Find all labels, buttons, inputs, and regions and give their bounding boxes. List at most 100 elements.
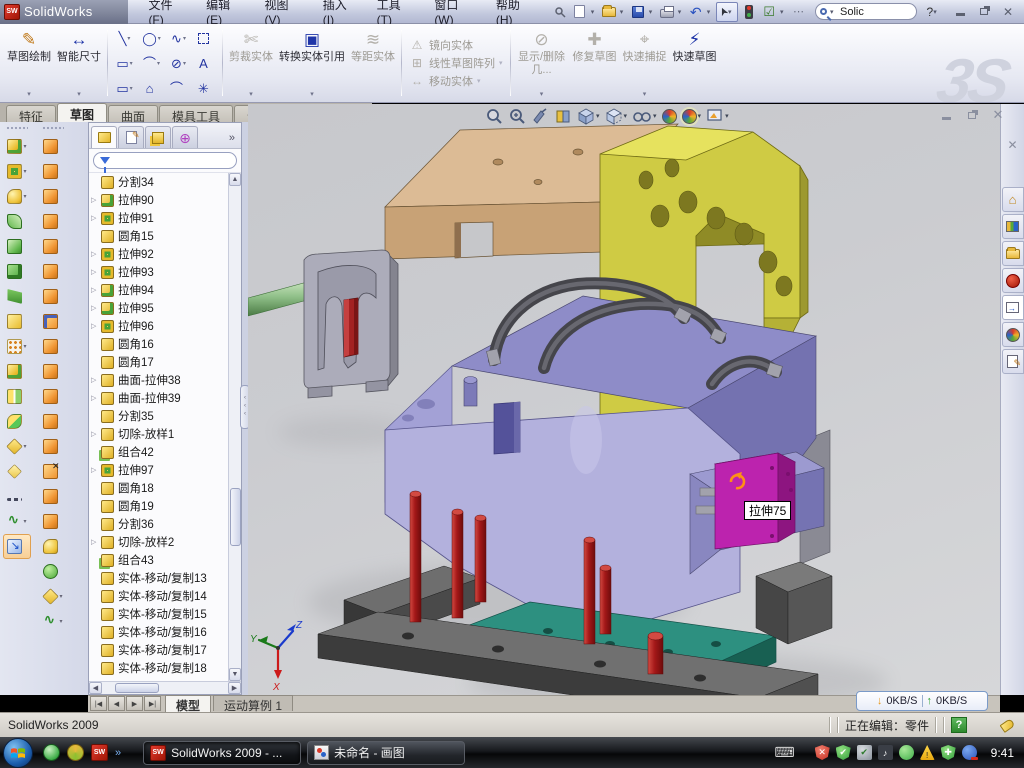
- antivirus-tray-icon[interactable]: ✕: [815, 745, 830, 760]
- display-delete-relations-icon[interactable]: ⊘ 显示/删除几... ▾: [514, 26, 570, 100]
- new-document-icon[interactable]: [571, 3, 589, 21]
- selection-box-icon[interactable]: ▾: [192, 26, 219, 51]
- circle-icon[interactable]: ◯ ▾: [138, 26, 165, 51]
- edit-appearance-icon[interactable]: [661, 108, 678, 125]
- overflow-icon[interactable]: ⋯: [789, 3, 807, 21]
- custom-properties-icon[interactable]: [1002, 349, 1024, 374]
- tab-nav-button[interactable]: ◀: [108, 696, 125, 711]
- curve-icon[interactable]: ▾: [3, 509, 31, 534]
- tag-icon[interactable]: [1000, 718, 1016, 733]
- display-style-icon[interactable]: ▾: [604, 106, 629, 126]
- quick-launch-overflow[interactable]: »: [115, 747, 121, 759]
- tree-item[interactable]: ▷ 拉伸93: [91, 263, 228, 281]
- zoom-area-icon[interactable]: [507, 106, 527, 126]
- tree-item[interactable]: ▷ 拉伸94: [91, 281, 228, 299]
- view-settings-icon[interactable]: ▾: [705, 106, 730, 126]
- expand-arrow-icon[interactable]: ▷: [91, 214, 101, 222]
- view-palette-icon[interactable]: [1002, 295, 1024, 320]
- rebuild-traffic-light-icon[interactable]: [740, 3, 758, 21]
- tree-item[interactable]: ▷ 分割34: [91, 173, 228, 191]
- featuremanager-tab-icon[interactable]: [91, 126, 117, 148]
- design-library-icon[interactable]: [1002, 214, 1024, 239]
- file-explorer-icon[interactable]: [1002, 241, 1024, 266]
- panel-tabs-overflow[interactable]: »: [229, 132, 239, 148]
- tree-item[interactable]: ▷ 组合43: [91, 551, 228, 569]
- search-value[interactable]: Solic: [840, 6, 864, 18]
- scrollbar-thumb[interactable]: [115, 683, 159, 693]
- messenger-icon[interactable]: [43, 744, 60, 761]
- revolved-surface-icon[interactable]: ▾: [39, 159, 67, 184]
- shell-icon[interactable]: ▾: [3, 259, 31, 284]
- tree-item[interactable]: ▷ 拉伸92: [91, 245, 228, 263]
- tab-nav-button[interactable]: ▶: [126, 696, 143, 711]
- tree-item[interactable]: ▷ 圆角18: [91, 479, 228, 497]
- offset-surface-icon[interactable]: ▾: [39, 309, 67, 334]
- command-tab[interactable]: 特征: [6, 105, 56, 122]
- tree-item[interactable]: ▷ 圆角19: [91, 497, 228, 515]
- linear-pattern-icon[interactable]: ▾: [3, 334, 31, 359]
- expand-arrow-icon[interactable]: ▷: [91, 250, 101, 258]
- tree-item[interactable]: ▷ 分割35: [91, 407, 228, 425]
- open-icon[interactable]: [600, 3, 618, 21]
- tree-item[interactable]: ▷ 切除-放样2: [91, 533, 228, 551]
- defender-tray-icon[interactable]: ✔: [836, 745, 851, 760]
- tree-item[interactable]: ▷ 拉伸91: [91, 209, 228, 227]
- save-dropdown[interactable]: ▾: [649, 8, 656, 16]
- task-button[interactable]: SW SolidWorks 2009 - ...: [143, 741, 301, 765]
- swept-surface-icon[interactable]: ▾: [39, 184, 67, 209]
- rapid-sketch-icon[interactable]: ⚡ 快速草图 ▾: [670, 26, 720, 100]
- update-tray-icon[interactable]: ✔: [857, 745, 872, 760]
- expand-arrow-icon[interactable]: ▷: [91, 394, 101, 402]
- task-pane-close-icon[interactable]: ✕: [1002, 132, 1024, 157]
- section-view-icon[interactable]: [553, 106, 573, 126]
- thicken-icon[interactable]: ▾: [39, 509, 67, 534]
- slot-icon[interactable]: ▭ ▾: [111, 76, 138, 101]
- radiate-surface-icon[interactable]: ▾: [39, 334, 67, 359]
- wrap-icon[interactable]: ▾: [3, 309, 31, 334]
- scroll-up-icon[interactable]: ▲: [229, 173, 241, 186]
- extruded-surface-icon[interactable]: ▾: [39, 134, 67, 159]
- knit-surface-icon[interactable]: ▾: [39, 359, 67, 384]
- extruded-cut-icon[interactable]: ▾: [3, 159, 31, 184]
- lofted-surface-icon[interactable]: ▾: [39, 209, 67, 234]
- tree-item[interactable]: ▷ 分割36: [91, 515, 228, 533]
- sketch-button[interactable]: ✎ 草图绘制 ▾: [4, 26, 54, 100]
- tree-item[interactable]: ▷ 拉伸95: [91, 299, 228, 317]
- command-tab[interactable]: 曲面: [108, 105, 158, 122]
- tab-nav-button[interactable]: ▶|: [144, 696, 161, 711]
- tree-horizontal-scrollbar[interactable]: ◀ ▶: [89, 681, 241, 694]
- view-orientation-icon[interactable]: ▾: [576, 106, 601, 126]
- repair-sketch-icon[interactable]: ✚ 修复草图 ▾: [570, 26, 620, 100]
- line-icon[interactable]: ╲ ▾: [111, 26, 138, 51]
- tree-item[interactable]: ▷ 圆角17: [91, 353, 228, 371]
- solidworks-resources-icon[interactable]: ⌂: [1002, 187, 1024, 212]
- search-input[interactable]: ▾ Solic: [815, 3, 917, 20]
- gray-clamp-part[interactable]: [304, 250, 398, 398]
- freeform-surface-icon[interactable]: ▾: [39, 259, 67, 284]
- network-tray-icon[interactable]: [899, 745, 914, 760]
- expand-arrow-icon[interactable]: ▷: [91, 196, 101, 204]
- help-dropdown[interactable]: ▾: [933, 8, 940, 16]
- scrollbar-thumb[interactable]: [230, 488, 241, 546]
- tree-filter-input[interactable]: [93, 152, 237, 169]
- propertymanager-tab-icon[interactable]: [118, 126, 144, 148]
- expand-arrow-icon[interactable]: ▷: [91, 466, 101, 474]
- restore-button[interactable]: [976, 5, 992, 19]
- command-tab[interactable]: 草图: [57, 103, 107, 122]
- configurationmanager-tab-icon[interactable]: [145, 126, 171, 148]
- save-icon[interactable]: [629, 3, 647, 21]
- convert-entities-icon[interactable]: ▣ 转换实体引用 ▾: [276, 26, 348, 100]
- expand-arrow-icon[interactable]: ▷: [91, 322, 101, 330]
- lofted-boss-icon[interactable]: ▾: [3, 209, 31, 234]
- axis-icon[interactable]: ▾: [3, 484, 31, 509]
- scroll-left-icon[interactable]: ◀: [89, 682, 102, 694]
- expand-arrow-icon[interactable]: ▷: [91, 286, 101, 294]
- expand-arrow-icon[interactable]: ▷: [91, 376, 101, 384]
- volume-tray-icon[interactable]: ♪: [878, 745, 893, 760]
- scroll-right-icon[interactable]: ▶: [228, 682, 241, 694]
- text-icon[interactable]: A ▾: [192, 51, 219, 76]
- tree-item[interactable]: ▷ 曲面-拉伸38: [91, 371, 228, 389]
- search-dropdown[interactable]: ▾: [830, 8, 837, 16]
- zoom-fit-icon[interactable]: [484, 106, 504, 126]
- planar-surface-icon[interactable]: ▾: [39, 284, 67, 309]
